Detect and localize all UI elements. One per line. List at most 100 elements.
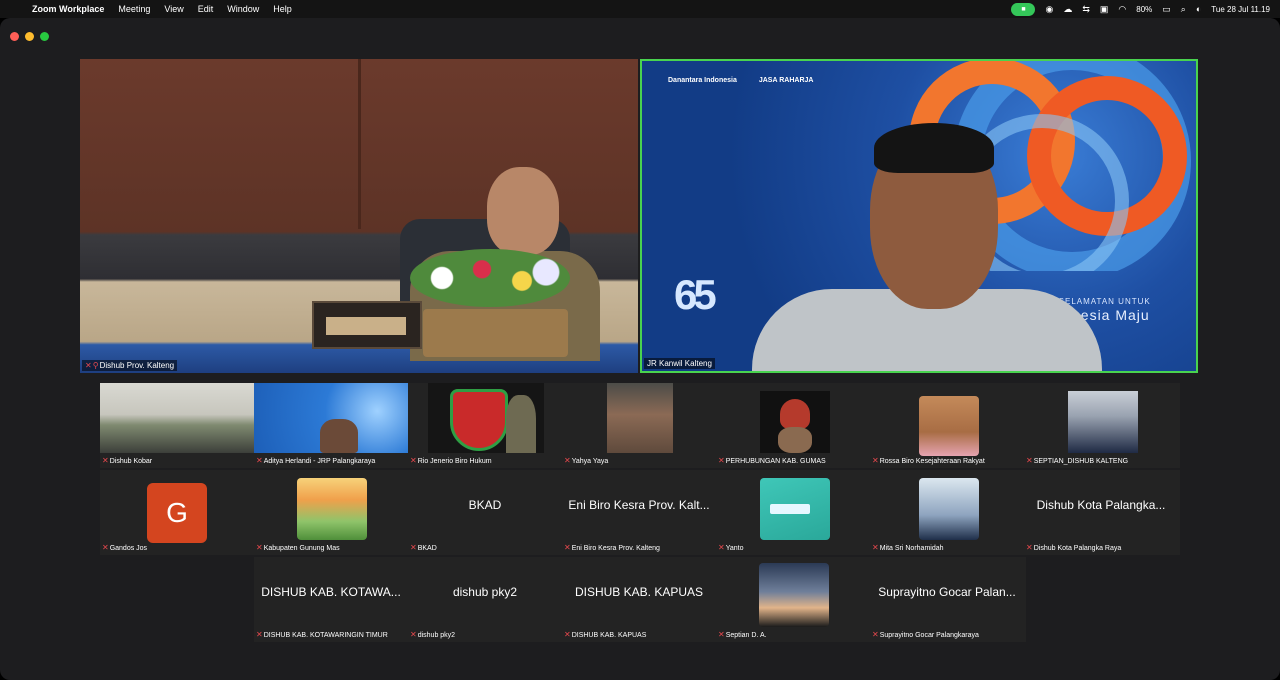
search-icon[interactable]: ⌕ bbox=[1181, 4, 1186, 15]
video-tile-dishub-prov-kalteng[interactable]: ✕⚲Dishub Prov. Kalteng bbox=[80, 59, 638, 373]
participant-tile[interactable]: dishub pky2 ✕dishub pky2 bbox=[408, 557, 562, 642]
flower-arrangement bbox=[410, 249, 570, 307]
participant-tile[interactable]: Dishub Kota Palangka... ✕Dishub Kota Pal… bbox=[1024, 470, 1178, 555]
participant-tile[interactable]: BKAD ✕BKAD bbox=[408, 470, 562, 555]
participant-display-name: Dishub Kota Palangka... bbox=[1036, 498, 1166, 512]
participant-tile[interactable]: Eni Biro Kesra Prov. Kalt... ✕Eni Biro K… bbox=[562, 470, 716, 555]
participant-display-name: DISHUB KAB. KOTAWA... bbox=[261, 585, 401, 599]
gallery-row-2: G ✕Gandos Jos ✕Kabupaten Gunung Mas BKAD… bbox=[100, 470, 1180, 555]
badge-65: 65 bbox=[674, 271, 717, 318]
participant-tile[interactable]: G ✕Gandos Jos bbox=[100, 470, 254, 555]
brand-logos: Danantara Indonesia JASA RAHARJA bbox=[668, 77, 813, 84]
video-thumbnail bbox=[297, 478, 367, 540]
flower-basket bbox=[423, 309, 568, 357]
notes-icon[interactable]: ▣ bbox=[1100, 4, 1109, 15]
battery-icon[interactable]: ▭ bbox=[1162, 4, 1171, 15]
participant-display-name: DISHUB KAB. KAPUAS bbox=[574, 585, 704, 599]
menu-window[interactable]: Window bbox=[227, 4, 259, 14]
app-menu[interactable]: Zoom Workplace bbox=[32, 4, 104, 14]
gallery-row-3: DISHUB KAB. KOTAWA... ✕DISHUB KAB. KOTAW… bbox=[254, 557, 1026, 642]
participant-name-label: ✕Mita Sri Norhamidah bbox=[872, 543, 944, 552]
participant-name-label: ✕Rio Jenerio Biro Hukum bbox=[410, 456, 492, 465]
participant-tile[interactable]: DISHUB KAB. KAPUAS ✕DISHUB KAB. KAPUAS bbox=[562, 557, 716, 642]
pin-icon: ⚲ bbox=[92, 361, 99, 370]
participant-display-name: BKAD bbox=[468, 498, 502, 512]
video-thumbnail bbox=[254, 383, 408, 453]
participant-head bbox=[487, 167, 559, 255]
mic-muted-icon: ✕ bbox=[102, 543, 109, 552]
participant-hair bbox=[874, 123, 994, 173]
mic-muted-icon: ✕ bbox=[1026, 456, 1033, 465]
participant-tile[interactable]: ✕Rio Jenerio Biro Hukum bbox=[408, 383, 562, 468]
wall-panel bbox=[358, 59, 361, 229]
mic-muted-icon: ✕ bbox=[410, 630, 417, 639]
participant-tile[interactable]: ✕Yanto bbox=[716, 470, 870, 555]
avatar: G bbox=[147, 483, 207, 543]
link-icon[interactable]: ⇆ bbox=[1082, 4, 1090, 15]
video-thumbnail bbox=[919, 478, 979, 540]
mic-muted-icon: ✕ bbox=[872, 456, 879, 465]
participant-tile[interactable]: ✕PERHUBUNGAN KAB. GUMAS bbox=[716, 383, 870, 468]
zoom-window: ✕⚲Dishub Prov. Kalteng Danantara Indones… bbox=[0, 18, 1280, 680]
participant-name-label: ✕Eni Biro Kesra Prov. Kalteng bbox=[564, 543, 660, 552]
participant-tile[interactable]: ✕Yahya Yaya bbox=[562, 383, 716, 468]
mic-muted-icon: ✕ bbox=[564, 456, 571, 465]
mic-muted-icon: ✕ bbox=[1026, 543, 1033, 552]
mic-muted-icon: ✕ bbox=[872, 543, 879, 552]
minimize-button[interactable] bbox=[25, 32, 34, 41]
participant-tile[interactable]: ✕Rossa Biro Kesejahteraan Rakyat bbox=[870, 383, 1024, 468]
participant-name-label: ✕Yanto bbox=[718, 543, 744, 552]
menu-edit[interactable]: Edit bbox=[198, 4, 214, 14]
video-tile-jr-kanwil-kalteng[interactable]: Danantara Indonesia JASA RAHARJA 65 KESE… bbox=[640, 59, 1198, 373]
menu-meeting[interactable]: Meeting bbox=[118, 4, 150, 14]
participant-tile[interactable]: ✕Dishub Kobar bbox=[100, 383, 254, 468]
video-thumbnail bbox=[1068, 391, 1138, 453]
clock[interactable]: Tue 28 Jul 11.19 bbox=[1211, 5, 1270, 14]
participant-name-label: JR Kanwil Kalteng bbox=[644, 358, 715, 369]
participant-name-label: ✕Rossa Biro Kesejahteraan Rakyat bbox=[872, 456, 985, 465]
mic-muted-icon: ✕ bbox=[410, 543, 417, 552]
maximize-button[interactable] bbox=[40, 32, 49, 41]
jasa-raharja-logo: JASA RAHARJA bbox=[758, 77, 814, 84]
participant-name-label: ✕Suprayitno Gocar Palangkaraya bbox=[872, 630, 979, 639]
participant-tile[interactable]: ✕SEPTIAN_DISHUB KALTENG bbox=[1024, 383, 1178, 468]
participant-name-label: ✕BKAD bbox=[410, 543, 437, 552]
cloud-icon[interactable]: ☁ bbox=[1063, 4, 1072, 15]
battery-percent: 80% bbox=[1136, 4, 1153, 14]
participant-name-label: ✕PERHUBUNGAN KAB. GUMAS bbox=[718, 456, 826, 465]
mic-muted-icon: ✕ bbox=[85, 361, 92, 370]
participant-name-label: ✕Dishub Kota Palangka Raya bbox=[1026, 543, 1122, 552]
participant-tile[interactable]: DISHUB KAB. KOTAWA... ✕DISHUB KAB. KOTAW… bbox=[254, 557, 408, 642]
participant-name-label: ✕Dishub Kobar bbox=[102, 456, 153, 465]
mic-muted-icon: ✕ bbox=[256, 630, 263, 639]
mic-muted-icon: ✕ bbox=[410, 456, 417, 465]
mic-muted-icon: ✕ bbox=[718, 543, 725, 552]
participant-name-label: ✕⚲Dishub Prov. Kalteng bbox=[82, 360, 178, 371]
participant-tile[interactable]: ✕Septian D. A. bbox=[716, 557, 870, 642]
participant-tile[interactable]: ✕Mita Sri Norhamidah bbox=[870, 470, 1024, 555]
window-controls bbox=[10, 32, 49, 41]
participant-name-label: ✕Yahya Yaya bbox=[564, 456, 609, 465]
video-thumbnail bbox=[760, 478, 830, 540]
video-thumbnail bbox=[607, 383, 673, 453]
camera-active-icon[interactable]: ■ bbox=[1011, 2, 1036, 16]
participant-tile[interactable]: ✕Aditya Herlandi - JRP Palangkaraya bbox=[254, 383, 408, 468]
gallery-row-1: ✕Dishub Kobar ✕Aditya Herlandi - JRP Pal… bbox=[100, 383, 1180, 468]
table-box bbox=[312, 301, 422, 349]
participant-name-label: ✕Septian D. A. bbox=[718, 630, 767, 639]
control-center-icon[interactable]: ◐ bbox=[1196, 4, 1201, 14]
video-thumbnail bbox=[919, 396, 979, 456]
wifi-icon[interactable]: ◠ bbox=[1118, 4, 1126, 15]
mic-muted-icon: ✕ bbox=[256, 456, 263, 465]
menu-view[interactable]: View bbox=[164, 4, 183, 14]
mic-muted-icon: ✕ bbox=[564, 543, 571, 552]
participant-display-name: Suprayitno Gocar Palan... bbox=[878, 585, 1016, 599]
macos-menubar: Zoom Workplace Meeting View Edit Window … bbox=[0, 0, 1280, 18]
participant-name-label: ✕Aditya Herlandi - JRP Palangkaraya bbox=[256, 456, 376, 465]
video-thumbnail bbox=[760, 391, 830, 453]
circle-status-icon[interactable]: ◉ bbox=[1045, 4, 1053, 15]
participant-tile[interactable]: Suprayitno Gocar Palan... ✕Suprayitno Go… bbox=[870, 557, 1024, 642]
close-button[interactable] bbox=[10, 32, 19, 41]
participant-tile[interactable]: ✕Kabupaten Gunung Mas bbox=[254, 470, 408, 555]
menu-help[interactable]: Help bbox=[273, 4, 292, 14]
